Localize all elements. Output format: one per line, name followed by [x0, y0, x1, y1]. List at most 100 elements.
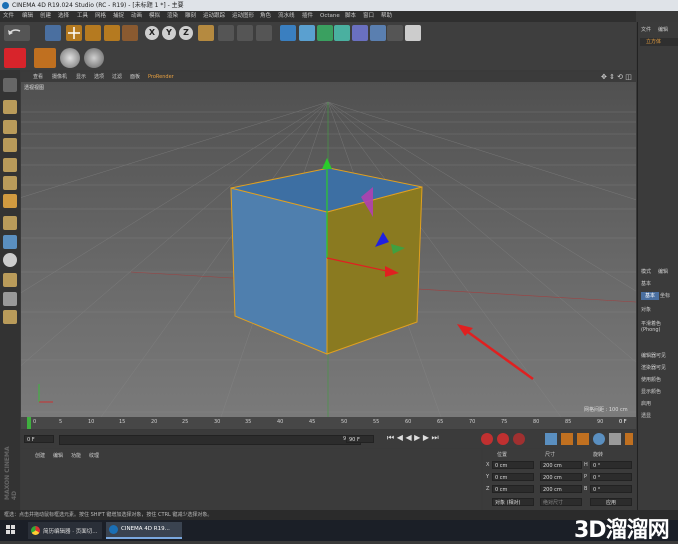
- move-tool-icon[interactable]: [66, 25, 82, 41]
- array-icon[interactable]: [334, 25, 350, 41]
- attr-object-tab[interactable]: 对象: [641, 306, 651, 313]
- layer-icon[interactable]: [3, 292, 17, 306]
- menu-item-snap[interactable]: 捕捉: [113, 11, 124, 22]
- perspective-viewport[interactable]: [21, 72, 636, 417]
- attr-phong-tab[interactable]: 平滑着色(Phong): [641, 320, 678, 333]
- apply-button[interactable]: 应用: [590, 498, 632, 506]
- menu-item-mograph[interactable]: 运动图形: [232, 11, 254, 22]
- vp-menu-cameras[interactable]: 摄像机: [52, 72, 67, 82]
- subdivision-icon[interactable]: [317, 25, 333, 41]
- octane-icon[interactable]: [34, 48, 56, 68]
- deformer-icon[interactable]: [352, 25, 368, 41]
- vp-menu-view[interactable]: 查看: [33, 72, 43, 82]
- vp-menu-prorender[interactable]: ProRender: [148, 72, 174, 82]
- edges-mode-icon[interactable]: [3, 176, 17, 190]
- sculpt-icon[interactable]: [3, 310, 17, 324]
- points-mode-icon[interactable]: [3, 158, 17, 172]
- menu-item-pipeline[interactable]: 流水线: [278, 11, 295, 22]
- rotation-key-icon[interactable]: [577, 433, 589, 445]
- menu-item-sculpt[interactable]: 雕刻: [185, 11, 196, 22]
- vp-menu-display[interactable]: 显示: [76, 72, 86, 82]
- menu-item-window[interactable]: 窗口: [363, 11, 374, 22]
- scale-tool-icon[interactable]: [85, 25, 101, 41]
- autokey-icon[interactable]: [497, 433, 509, 445]
- object-list-cube[interactable]: 立方体: [640, 38, 678, 46]
- floor-icon[interactable]: [370, 25, 386, 41]
- taskbar-item-c4d[interactable]: CINEMA 4D R19...: [106, 522, 182, 539]
- menu-item-create[interactable]: 创建: [40, 11, 51, 22]
- menu-item-select[interactable]: 选择: [58, 11, 69, 22]
- rotation-p-field[interactable]: 0 °: [590, 473, 632, 481]
- attr-tab-mode[interactable]: 模式: [641, 268, 651, 275]
- menu-item-render[interactable]: 渲染: [167, 11, 178, 22]
- undo-icon[interactable]: [4, 25, 30, 41]
- mat-menu-edit[interactable]: 编辑: [53, 452, 63, 459]
- start-frame-field[interactable]: 0 F: [24, 435, 54, 443]
- attr-tab-edit[interactable]: 编辑: [658, 268, 668, 275]
- light-icon[interactable]: [405, 25, 421, 41]
- windows-start-icon[interactable]: [6, 525, 16, 535]
- menu-item-octane[interactable]: Octane: [320, 11, 340, 22]
- x-axis-button[interactable]: X: [145, 26, 159, 40]
- cube-icon[interactable]: [280, 25, 296, 41]
- workplane-icon[interactable]: [3, 138, 17, 152]
- solo-icon[interactable]: [3, 273, 17, 287]
- menu-item-character[interactable]: 角色: [260, 11, 271, 22]
- record-icon[interactable]: [4, 48, 26, 68]
- material-sphere-2-icon[interactable]: [84, 48, 104, 68]
- position-x-field[interactable]: 0 cm: [492, 461, 534, 469]
- menu-item-animate[interactable]: 动画: [131, 11, 142, 22]
- param-key-icon[interactable]: [593, 433, 605, 445]
- vp-menu-panel[interactable]: 面板: [130, 72, 140, 82]
- rotation-h-field[interactable]: 0 °: [590, 461, 632, 469]
- menu-item-mesh[interactable]: 网格: [95, 11, 106, 22]
- rotate-tool-icon[interactable]: [104, 25, 120, 41]
- model-mode-icon[interactable]: [3, 100, 17, 114]
- render-view-icon[interactable]: [218, 25, 234, 41]
- rotation-b-field[interactable]: 0 °: [590, 485, 632, 493]
- timeline-ruler[interactable]: 0 5 10 15 20 25 30 35 40 45 50 55 60 65 …: [21, 417, 636, 429]
- select-tool-icon[interactable]: [45, 25, 61, 41]
- recent-tool-icon[interactable]: [122, 25, 138, 41]
- keyframe-selection-icon[interactable]: [513, 433, 525, 445]
- texture-mode-icon[interactable]: [3, 120, 17, 134]
- mat-menu-create[interactable]: 创建: [35, 452, 45, 459]
- size-x-field[interactable]: 200 cm: [540, 461, 582, 469]
- menu-item-script[interactable]: 脚本: [345, 11, 356, 22]
- preview-range-slider[interactable]: 90 F: [59, 435, 361, 445]
- record-key-icon[interactable]: [481, 433, 493, 445]
- pla-key-icon[interactable]: [609, 433, 621, 445]
- menu-item-edit[interactable]: 编辑: [22, 11, 33, 22]
- obj-tab-edit[interactable]: 编辑: [658, 26, 668, 33]
- attr-coord-tab[interactable]: 坐标: [660, 292, 670, 299]
- menu-item-file[interactable]: 文件: [3, 11, 14, 22]
- snap-icon[interactable]: [3, 253, 17, 267]
- mat-menu-texture[interactable]: 纹理: [89, 452, 99, 459]
- vp-menu-filter[interactable]: 过滤: [112, 72, 122, 82]
- end-frame-field[interactable]: 90 F: [346, 435, 374, 443]
- material-sphere-icon[interactable]: [60, 48, 80, 68]
- timeline-menu-icon[interactable]: [625, 433, 633, 445]
- y-axis-button[interactable]: Y: [162, 26, 176, 40]
- position-key-icon[interactable]: [545, 433, 557, 445]
- timeline-playhead[interactable]: [27, 417, 31, 429]
- position-z-field[interactable]: 0 cm: [492, 485, 534, 493]
- menu-item-tools[interactable]: 工具: [77, 11, 88, 22]
- menu-item-motion-tracking[interactable]: 运动跟踪: [203, 11, 225, 22]
- menu-item-help[interactable]: 帮助: [381, 11, 392, 22]
- menu-item-simulate[interactable]: 模拟: [149, 11, 160, 22]
- size-mode-select[interactable]: 绝对尺寸: [540, 498, 582, 506]
- pen-icon[interactable]: [299, 25, 315, 41]
- make-editable-icon[interactable]: [3, 78, 17, 92]
- vp-menu-options[interactable]: 选项: [94, 72, 104, 82]
- z-axis-button[interactable]: Z: [179, 26, 193, 40]
- render-settings-icon[interactable]: [256, 25, 272, 41]
- polygons-mode-icon[interactable]: [3, 194, 17, 208]
- size-y-field[interactable]: 200 cm: [540, 473, 582, 481]
- scale-key-icon[interactable]: [561, 433, 573, 445]
- magnet-icon[interactable]: [3, 235, 17, 249]
- attr-basic-tab[interactable]: 基本: [641, 292, 659, 300]
- coord-mode-select[interactable]: 对象 (相对): [492, 498, 534, 506]
- coordinate-system-icon[interactable]: [198, 25, 214, 41]
- viewport-nav-icons[interactable]: ✥ ⇕ ⟲ ◫: [601, 72, 632, 82]
